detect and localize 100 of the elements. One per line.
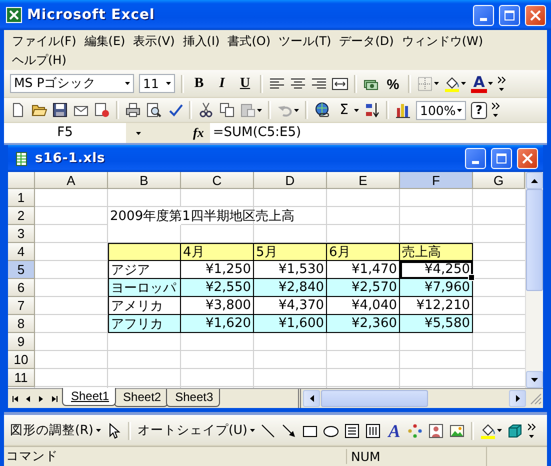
line-icon[interactable] <box>260 422 276 438</box>
maximize-button[interactable] <box>499 4 520 26</box>
autosum-button[interactable]: Σ <box>335 102 353 118</box>
percent-button[interactable]: % <box>384 76 402 92</box>
caret-icon[interactable] <box>250 429 256 432</box>
sheet-tab[interactable]: Sheet1 <box>62 388 116 406</box>
scroll-up-button[interactable] <box>526 172 543 189</box>
wordart-button[interactable]: A <box>386 422 402 438</box>
diagram-icon[interactable] <box>407 422 424 438</box>
menu-item[interactable]: データ(D) <box>337 32 396 51</box>
name-box[interactable]: F5 <box>4 123 126 143</box>
clip-art-icon[interactable] <box>428 422 444 438</box>
row-header[interactable]: 1 <box>8 189 35 207</box>
close-button[interactable] <box>525 4 546 26</box>
minimize-button[interactable] <box>465 148 486 169</box>
caret-icon[interactable] <box>166 82 171 85</box>
fill-color-icon[interactable] <box>480 422 496 438</box>
column-header[interactable]: F <box>400 172 473 189</box>
text-box-icon[interactable] <box>344 422 360 438</box>
fill-handle[interactable] <box>468 274 475 281</box>
help-button[interactable]: ? <box>471 102 487 118</box>
caret-icon[interactable] <box>136 132 141 134</box>
clipboard-icon[interactable] <box>240 102 256 118</box>
caret-icon[interactable] <box>497 429 502 432</box>
print-preview-icon[interactable] <box>146 102 162 118</box>
italic-button[interactable]: I <box>213 76 231 92</box>
menu-item[interactable]: 編集(E) <box>82 32 128 51</box>
toolbar-options-icon[interactable] <box>528 422 536 438</box>
align-left-icon[interactable] <box>269 76 285 92</box>
sheet-tab[interactable]: Sheet3 <box>166 389 220 407</box>
caret-icon[interactable] <box>457 108 462 112</box>
row-header[interactable]: 5 <box>8 261 35 279</box>
scrollbar-thumb[interactable] <box>526 189 543 291</box>
maximize-button[interactable] <box>491 148 512 169</box>
close-button[interactable] <box>517 148 538 169</box>
column-header[interactable]: E <box>327 172 400 189</box>
picture-icon[interactable] <box>449 422 466 438</box>
caret-icon[interactable] <box>354 108 359 112</box>
font-size-field[interactable]: 11 <box>139 74 175 93</box>
row-header[interactable]: 4 <box>8 243 35 261</box>
menu-item[interactable]: ツール(T) <box>276 32 334 51</box>
menu-item[interactable]: 挿入(I) <box>180 32 222 51</box>
toolbar-options-icon[interactable] <box>492 102 500 118</box>
scroll-right-button[interactable] <box>509 390 526 407</box>
cube-icon[interactable] <box>507 422 524 438</box>
printer-icon[interactable] <box>125 102 141 118</box>
last-sheet-icon[interactable] <box>51 394 58 402</box>
menu-item[interactable]: 書式(O) <box>226 32 273 51</box>
caret-icon[interactable] <box>96 429 102 432</box>
new-document-icon[interactable] <box>10 102 26 118</box>
merge-center-icon[interactable] <box>332 76 348 92</box>
minimize-button[interactable] <box>473 4 494 26</box>
next-sheet-icon[interactable] <box>38 394 45 402</box>
caret-icon[interactable] <box>294 108 299 112</box>
menu-item[interactable]: ファイル(F) <box>10 32 78 51</box>
font-name-field[interactable]: MS Pゴシック <box>10 74 134 93</box>
row-header[interactable]: 3 <box>8 225 35 243</box>
sheet-tab[interactable]: Sheet2 <box>114 389 168 407</box>
column-header[interactable]: D <box>254 172 327 189</box>
autoshapes-menu[interactable]: オートシェイプ(U) <box>137 422 256 439</box>
arrow-icon[interactable] <box>281 422 298 438</box>
document-badge-icon[interactable] <box>94 102 110 118</box>
check-mark-icon[interactable] <box>167 102 183 118</box>
column-header[interactable]: B <box>108 172 181 189</box>
first-sheet-icon[interactable] <box>12 394 19 402</box>
font-color-button[interactable]: A <box>471 74 487 92</box>
globe-icon[interactable] <box>314 102 330 118</box>
toolbar-options-icon[interactable] <box>498 76 506 92</box>
insert-function-button[interactable]: fx <box>193 125 204 141</box>
caret-icon[interactable] <box>257 108 262 112</box>
row-header[interactable]: 6 <box>8 279 35 297</box>
column-header[interactable]: G <box>473 172 525 189</box>
zoom-field[interactable]: 100% <box>416 100 466 120</box>
row-header[interactable]: 7 <box>8 297 35 315</box>
menu-item[interactable]: 表示(V) <box>131 32 177 51</box>
caret-icon[interactable] <box>488 82 493 85</box>
row-header[interactable]: 2 <box>8 207 35 225</box>
align-center-icon[interactable] <box>290 76 306 92</box>
sort-icon[interactable] <box>364 102 380 118</box>
fill-color-icon[interactable] <box>444 76 460 92</box>
scroll-down-button[interactable] <box>526 371 543 388</box>
folder-icon[interactable] <box>31 102 47 118</box>
bold-button[interactable]: B <box>190 76 208 92</box>
copy-icon[interactable] <box>219 102 235 118</box>
formula-field[interactable]: =SUM(C5:E5) <box>210 123 547 143</box>
column-header[interactable]: A <box>35 172 108 189</box>
menu-item[interactable]: ウィンドウ(W) <box>400 32 486 51</box>
align-right-icon[interactable] <box>311 76 327 92</box>
caret-icon[interactable] <box>125 82 130 85</box>
scrollbar-thumb[interactable] <box>321 390 428 407</box>
column-header[interactable]: C <box>181 172 254 189</box>
vertical-text-box-icon[interactable] <box>365 422 382 438</box>
caret-icon[interactable] <box>461 82 466 85</box>
draw-menu[interactable]: 図形の調整(R) <box>10 422 102 439</box>
scroll-left-button[interactable] <box>303 390 320 407</box>
row-header[interactable]: 10 <box>8 351 35 369</box>
caret-icon[interactable] <box>434 82 439 85</box>
bar-chart-icon[interactable] <box>395 102 411 118</box>
row-header[interactable]: 11 <box>8 369 35 387</box>
menu-item[interactable]: ヘルプ(H) <box>10 51 68 70</box>
